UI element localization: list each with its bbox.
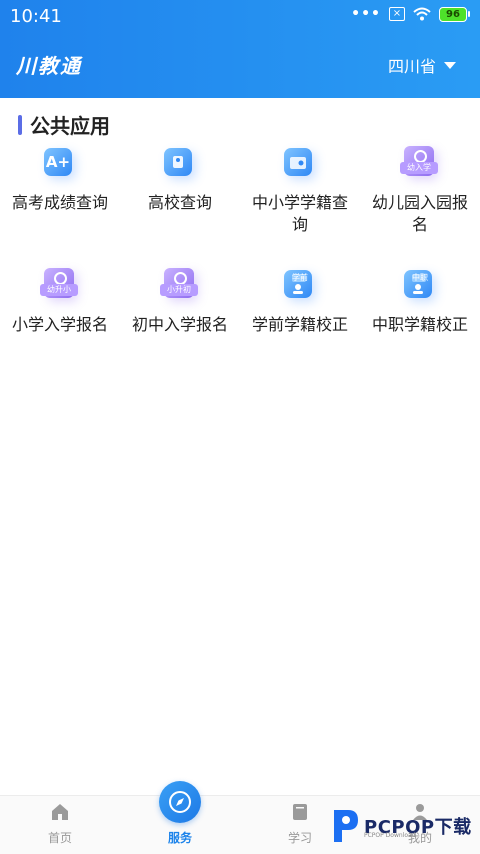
app-label: 学前学籍校正 xyxy=(252,315,349,334)
preschool-status-correct-icon: 学前 xyxy=(284,270,312,298)
pcpop-logo-icon xyxy=(334,810,358,842)
wifi-icon xyxy=(413,7,431,21)
more-dots-icon: ••• xyxy=(351,6,381,22)
province-label: 四川省 xyxy=(387,57,436,76)
watermark-logo: PCPOP下载 PCPOP Download xyxy=(330,808,472,844)
status-time: 10:41 xyxy=(10,6,62,27)
app-label: 初中入学报名 xyxy=(132,315,229,334)
app-title: 川教通 xyxy=(16,54,82,78)
university-query-icon xyxy=(164,148,192,176)
app-tile-student-status-query[interactable]: 中小学学籍查询 xyxy=(240,140,360,236)
app-label: 中小学学籍查询 xyxy=(252,193,349,234)
caret-down-icon xyxy=(444,61,456,69)
tab-label: 服务 xyxy=(167,831,192,845)
tab-service[interactable]: 服务 xyxy=(120,781,240,854)
app-tile-vocational-status-correct[interactable]: 中职 中职学籍校正 xyxy=(360,262,480,336)
app-label: 幼儿园入园报名 xyxy=(372,193,469,234)
status-icons: ••• × 96 xyxy=(351,6,470,22)
student-status-query-icon xyxy=(284,148,312,176)
section-title: 公共应用 xyxy=(30,114,110,138)
app-tile-kindergarten-enroll[interactable]: 幼入学 幼儿园入园报名 xyxy=(360,140,480,236)
sim-off-icon: × xyxy=(389,7,405,21)
watermark-sub: PCPOP Download xyxy=(364,832,416,839)
home-icon xyxy=(52,804,68,820)
primary-enroll-icon: 幼升小 xyxy=(40,268,78,298)
app-tile-preschool-status-correct[interactable]: 学前 学前学籍校正 xyxy=(240,262,360,336)
app-label: 高校查询 xyxy=(147,193,212,212)
app-tile-primary-enroll[interactable]: 幼升小 小学入学报名 xyxy=(0,262,120,336)
kindergarten-enroll-icon: 幼入学 xyxy=(400,146,438,176)
score-query-icon: A+ xyxy=(44,148,72,176)
battery-level: 96 xyxy=(439,6,467,22)
section-accent-bar xyxy=(18,114,22,135)
tab-label: 首页 xyxy=(47,831,72,845)
app-label: 中职学籍校正 xyxy=(372,315,469,334)
section-header: 公共应用 xyxy=(18,110,110,139)
compass-icon xyxy=(159,781,201,823)
status-bar: 10:41 ••• × 96 xyxy=(0,0,480,32)
province-selector[interactable]: 四川省 xyxy=(388,53,456,77)
battery-icon: 96 xyxy=(439,6,470,22)
tab-home[interactable]: 首页 xyxy=(0,796,120,854)
app-header: 10:41 ••• × 96 川教通 四川省 xyxy=(0,0,480,98)
app-label: 高考成绩查询 xyxy=(12,193,109,212)
junior-enroll-icon: 小升初 xyxy=(160,268,198,298)
book-icon xyxy=(293,804,307,820)
vocational-status-correct-icon: 中职 xyxy=(404,270,432,298)
app-tile-score-query[interactable]: A+ 高考成绩查询 xyxy=(0,140,120,214)
app-label: 小学入学报名 xyxy=(12,315,109,334)
app-tile-university-query[interactable]: 高校查询 xyxy=(120,140,240,214)
app-tile-junior-enroll[interactable]: 小升初 初中入学报名 xyxy=(120,262,240,336)
